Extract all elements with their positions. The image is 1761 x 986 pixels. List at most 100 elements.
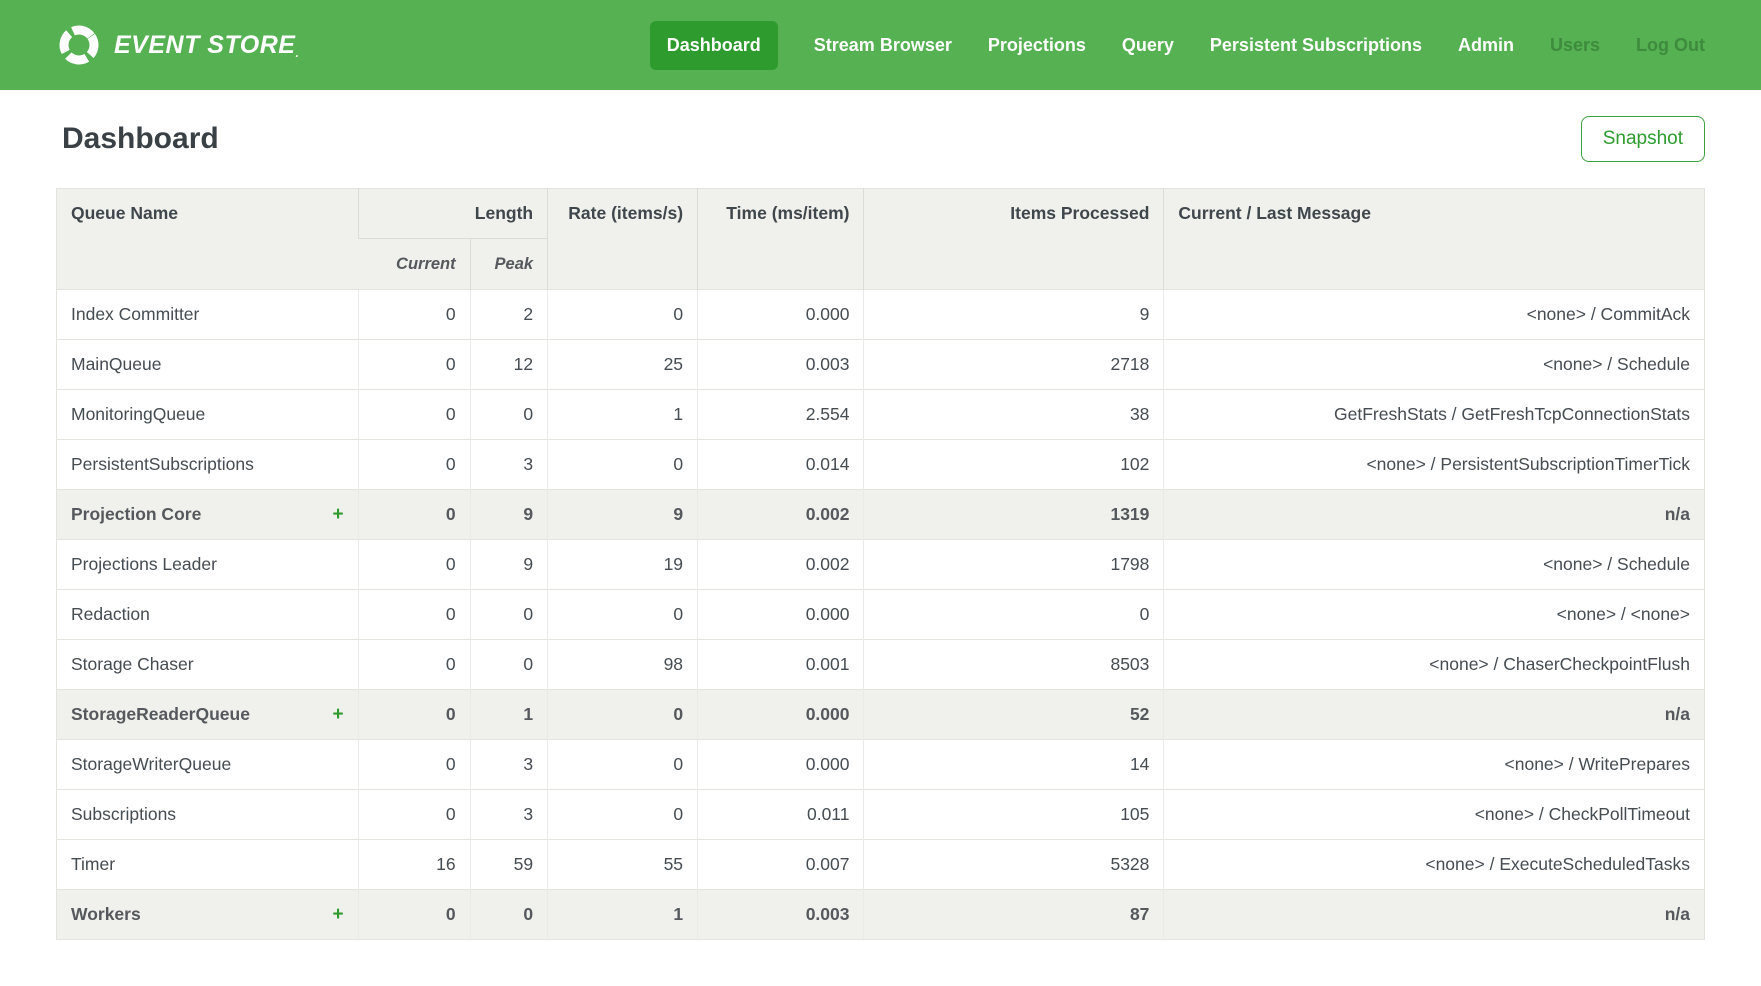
queue-name: Projection Core <box>71 504 201 524</box>
rate-cell: 55 <box>548 840 698 890</box>
brand-trademark-dot: . <box>295 46 299 60</box>
items-processed-cell: 9 <box>864 290 1164 340</box>
last-message-cell: <none> / Schedule <box>1164 340 1705 390</box>
rate-cell: 0 <box>548 440 698 490</box>
expand-plus-icon[interactable]: + <box>332 904 343 926</box>
current-length-cell: 0 <box>358 590 470 640</box>
queue-name: StorageWriterQueue <box>71 754 231 774</box>
current-length-cell: 0 <box>358 540 470 590</box>
queue-name: StorageReaderQueue <box>71 704 250 724</box>
table-row: MonitoringQueue 0 0 1 2.554 38 GetFreshS… <box>57 390 1705 440</box>
column-header-time: Time (ms/item) <box>698 189 864 290</box>
queue-name: Storage Chaser <box>71 654 194 674</box>
current-length-cell: 0 <box>358 340 470 390</box>
peak-length-cell: 3 <box>470 440 547 490</box>
nav-item-stream-browser[interactable]: Stream Browser <box>814 35 952 56</box>
column-header-queue-name: Queue Name <box>57 189 359 290</box>
items-processed-cell: 1319 <box>864 490 1164 540</box>
brand-name: EVENT STORE. <box>114 31 299 60</box>
items-processed-cell: 102 <box>864 440 1164 490</box>
top-navbar: EVENT STORE. Dashboard Stream Browser Pr… <box>0 0 1761 90</box>
last-message-cell: <none> / PersistentSubscriptionTimerTick <box>1164 440 1705 490</box>
peak-length-cell: 9 <box>470 540 547 590</box>
peak-length-cell: 12 <box>470 340 547 390</box>
time-cell: 0.000 <box>698 290 864 340</box>
expand-plus-icon[interactable]: + <box>332 704 343 726</box>
current-length-cell: 16 <box>358 840 470 890</box>
time-cell: 0.000 <box>698 690 864 740</box>
last-message-cell: n/a <box>1164 890 1705 940</box>
rate-cell: 98 <box>548 640 698 690</box>
queue-name-cell: Workers + <box>57 890 359 940</box>
nav-item-log-out[interactable]: Log Out <box>1636 35 1705 56</box>
column-header-items-processed: Items Processed <box>864 189 1164 290</box>
current-length-cell: 0 <box>358 640 470 690</box>
nav-item-admin[interactable]: Admin <box>1458 35 1514 56</box>
current-length-cell: 0 <box>358 690 470 740</box>
peak-length-cell: 2 <box>470 290 547 340</box>
queue-name: PersistentSubscriptions <box>71 454 254 474</box>
last-message-cell: <none> / Schedule <box>1164 540 1705 590</box>
queue-name-cell: MonitoringQueue <box>57 390 359 440</box>
items-processed-cell: 52 <box>864 690 1164 740</box>
peak-length-cell: 59 <box>470 840 547 890</box>
queues-table: Queue Name Length Rate (items/s) Time (m… <box>56 188 1705 940</box>
queue-name-cell: MainQueue <box>57 340 359 390</box>
time-cell: 0.014 <box>698 440 864 490</box>
snapshot-button[interactable]: Snapshot <box>1581 116 1705 162</box>
queue-name-cell: PersistentSubscriptions <box>57 440 359 490</box>
queue-name-cell: Subscriptions <box>57 790 359 840</box>
items-processed-cell: 8503 <box>864 640 1164 690</box>
queue-name: Subscriptions <box>71 804 176 824</box>
column-header-rate: Rate (items/s) <box>548 189 698 290</box>
nav-item-projections[interactable]: Projections <box>988 35 1086 56</box>
peak-length-cell: 0 <box>470 890 547 940</box>
time-cell: 0.000 <box>698 740 864 790</box>
rate-cell: 0 <box>548 290 698 340</box>
table-row: Storage Chaser 0 0 98 0.001 8503 <none> … <box>57 640 1705 690</box>
nav-item-users[interactable]: Users <box>1550 35 1600 56</box>
time-cell: 0.001 <box>698 640 864 690</box>
last-message-cell: <none> / ExecuteScheduledTasks <box>1164 840 1705 890</box>
nav-item-dashboard[interactable]: Dashboard <box>650 21 778 70</box>
peak-length-cell: 0 <box>470 590 547 640</box>
table-row: StorageReaderQueue + 0 1 0 0.000 52 n/a <box>57 690 1705 740</box>
time-cell: 0.002 <box>698 490 864 540</box>
time-cell: 0.003 <box>698 890 864 940</box>
items-processed-cell: 14 <box>864 740 1164 790</box>
time-cell: 0.002 <box>698 540 864 590</box>
queue-name: MainQueue <box>71 354 161 374</box>
queue-name: Timer <box>71 854 115 874</box>
event-store-logo-icon <box>56 22 102 68</box>
column-header-peak: Peak <box>470 239 547 290</box>
queues-table-body: Index Committer 0 2 0 0.000 9 <none> / C… <box>57 290 1705 940</box>
table-row: Redaction 0 0 0 0.000 0 <none> / <none> <box>57 590 1705 640</box>
rate-cell: 0 <box>548 740 698 790</box>
table-row: Index Committer 0 2 0 0.000 9 <none> / C… <box>57 290 1705 340</box>
table-row: PersistentSubscriptions 0 3 0 0.014 102 … <box>57 440 1705 490</box>
current-length-cell: 0 <box>358 440 470 490</box>
last-message-cell: <none> / ChaserCheckpointFlush <box>1164 640 1705 690</box>
brand-link[interactable]: EVENT STORE. <box>56 22 299 68</box>
time-cell: 0.000 <box>698 590 864 640</box>
expand-plus-icon[interactable]: + <box>332 504 343 526</box>
items-processed-cell: 1798 <box>864 540 1164 590</box>
table-row: Workers + 0 0 1 0.003 87 n/a <box>57 890 1705 940</box>
peak-length-cell: 3 <box>470 740 547 790</box>
rate-cell: 19 <box>548 540 698 590</box>
queue-name-cell: Projections Leader <box>57 540 359 590</box>
rate-cell: 0 <box>548 790 698 840</box>
current-length-cell: 0 <box>358 290 470 340</box>
rate-cell: 1 <box>548 390 698 440</box>
time-cell: 0.007 <box>698 840 864 890</box>
nav-item-query[interactable]: Query <box>1122 35 1174 56</box>
peak-length-cell: 3 <box>470 790 547 840</box>
queue-name-cell: Projection Core + <box>57 490 359 540</box>
queue-name: Workers <box>71 904 141 924</box>
last-message-cell: <none> / WritePrepares <box>1164 740 1705 790</box>
last-message-cell: n/a <box>1164 690 1705 740</box>
items-processed-cell: 38 <box>864 390 1164 440</box>
nav-item-persistent-subscriptions[interactable]: Persistent Subscriptions <box>1210 35 1422 56</box>
table-row: Projection Core + 0 9 9 0.002 1319 n/a <box>57 490 1705 540</box>
queue-name-cell: Index Committer <box>57 290 359 340</box>
